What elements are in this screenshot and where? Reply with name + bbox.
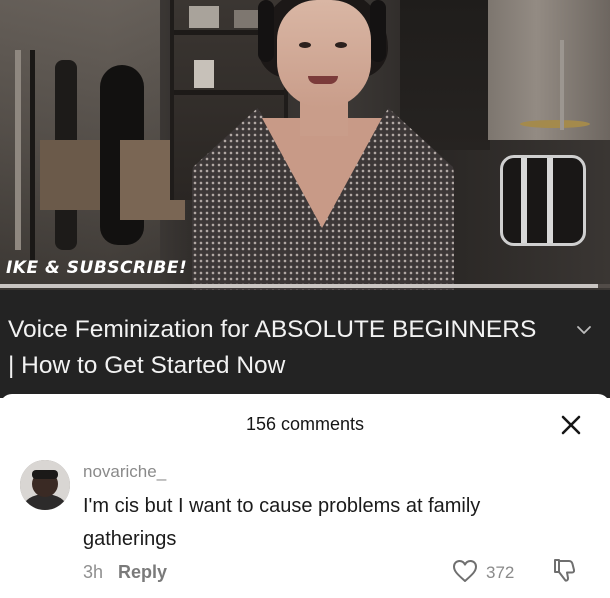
chevron-down-icon[interactable]: [576, 322, 592, 338]
reply-button[interactable]: Reply: [118, 562, 167, 583]
video-title-bar: Voice Feminization for ABSOLUTE BEGINNER…: [0, 290, 610, 398]
video-progress-fill: [0, 284, 598, 288]
curtain: [488, 0, 610, 140]
headphones-icon: [258, 0, 274, 62]
comments-sheet: 156 comments novariche_ I'm cis but I wa…: [0, 394, 610, 598]
mic-stand: [15, 50, 21, 250]
comment-username[interactable]: novariche_: [83, 462, 166, 482]
comment-timestamp: 3h: [83, 562, 104, 582]
subscribe-overlay-text: IKE & SUBSCRIBE!: [6, 258, 188, 278]
comments-count: 156 comments: [245, 414, 365, 434]
dislike-icon[interactable]: [552, 557, 576, 583]
video-title: Voice Feminization for ABSOLUTE BEGINNER…: [8, 316, 537, 379]
drum-kit: [500, 155, 586, 246]
comment-text: I'm cis but I want to cause problems at …: [83, 495, 481, 550]
cardboard-box: [40, 140, 100, 210]
music-stand: [30, 50, 35, 260]
cymbal-stand: [560, 40, 564, 130]
like-count: 372: [486, 563, 515, 582]
video-progress-bar[interactable]: [0, 284, 610, 288]
avatar[interactable]: [20, 460, 70, 510]
video-player[interactable]: IKE & SUBSCRIBE!: [0, 0, 610, 290]
cymbal: [520, 120, 590, 128]
close-icon[interactable]: [558, 412, 584, 438]
dark-doorway: [400, 0, 490, 150]
headphones-icon: [370, 0, 386, 62]
person-face: [277, 0, 371, 108]
heart-icon[interactable]: [452, 559, 478, 583]
